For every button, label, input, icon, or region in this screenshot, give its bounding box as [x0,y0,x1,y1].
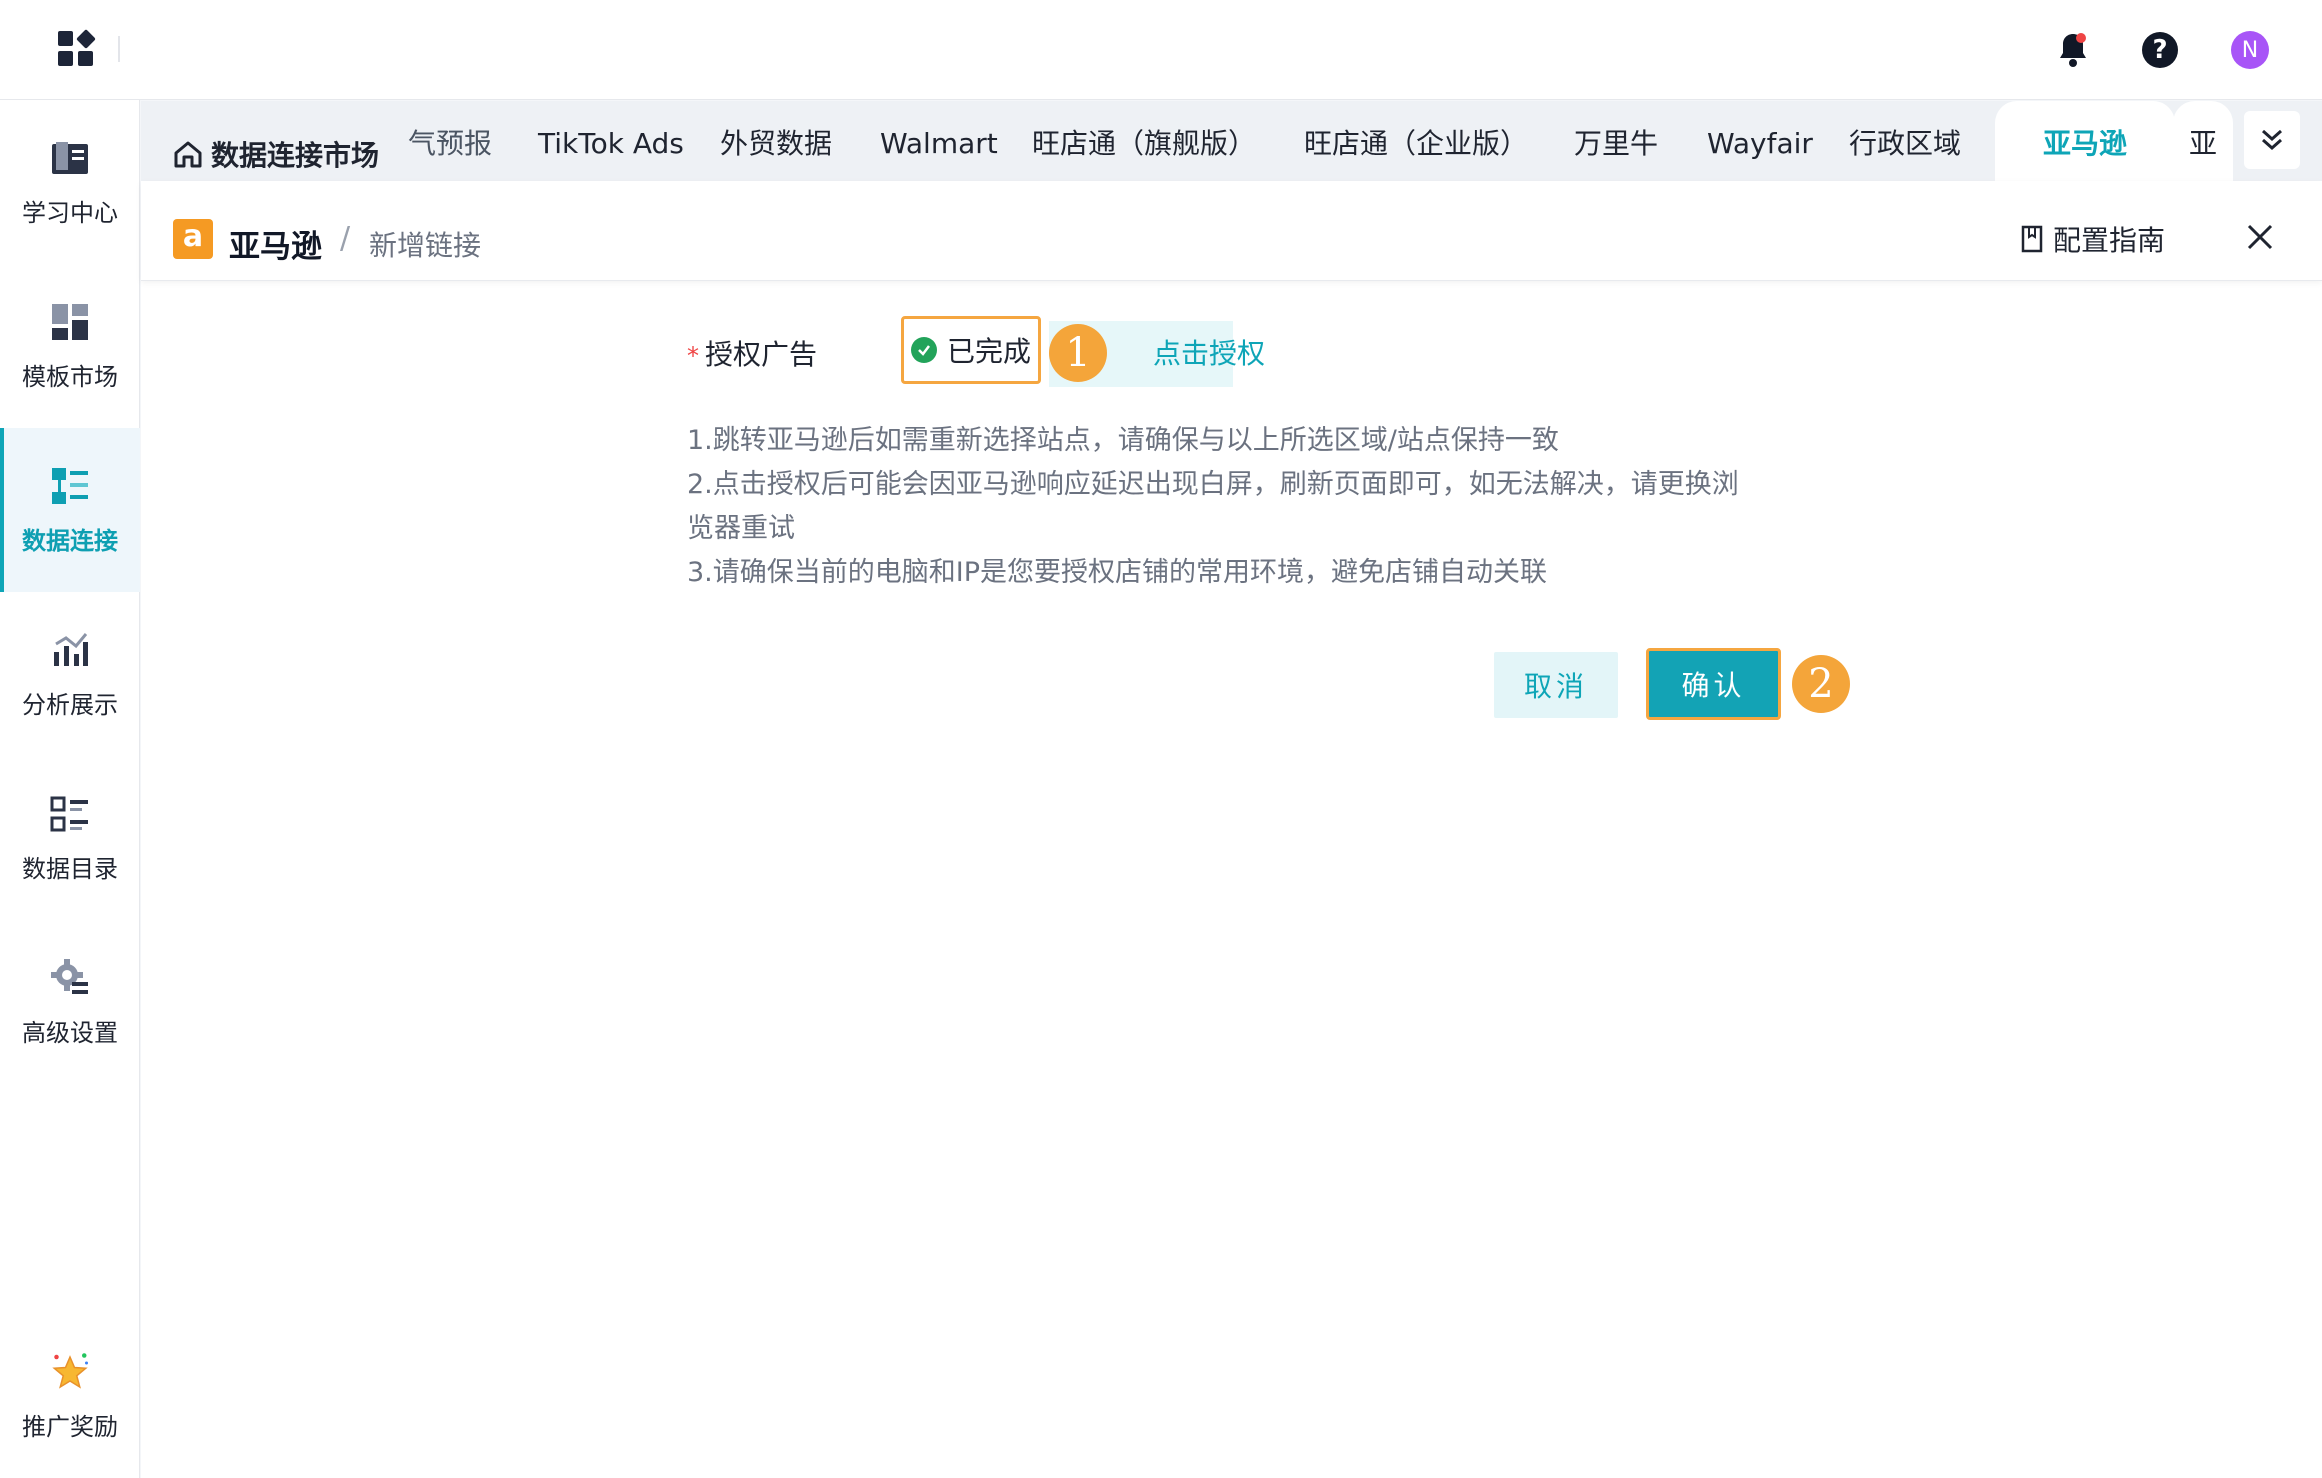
tab-home-label: 数据连接市场 [211,139,380,172]
step-badge-1: 1 [1049,324,1107,382]
apps-grid-icon[interactable] [58,29,96,69]
tab-walmart[interactable]: Walmart [880,101,998,181]
tab-wangdiantong-enterprise[interactable]: 旺店通（企业版） [1304,101,1528,181]
auth-status-completed: 已完成 [901,316,1041,384]
avatar[interactable]: N [2228,28,2272,72]
sidebar-item-label: 数据连接 [22,526,118,555]
divider [118,36,120,62]
main-panel: a 亚马逊 / 新增链接 配置指南 * 授权广告 点击授权 已完成 1 1.跳转亚… [141,181,2322,1478]
bookmark-icon [2021,225,2043,253]
tab-tiktok-ads[interactable]: TikTok Ads [538,101,684,181]
tab-wangdiantong-flagship[interactable]: 旺店通（旗舰版） [1032,101,1256,181]
home-icon [174,141,202,168]
auth-ads-label-text: 授权广告 [705,338,818,371]
amazon-logo: a [173,219,213,259]
data-connect-icon [49,465,91,507]
chart-icon [49,629,91,671]
panel-header: a 亚马逊 / 新增链接 配置指南 [141,181,2322,281]
sidebar-item-label: 模板市场 [22,362,118,391]
breadcrumb-main[interactable]: 亚马逊 [229,221,322,266]
catalog-icon [49,793,91,835]
config-guide-link[interactable]: 配置指南 [2021,219,2165,259]
tab-home[interactable]: 数据连接市场 [173,101,379,181]
auth-ads-label: * 授权广告 [687,333,817,373]
tab-trade-data[interactable]: 外贸数据 [720,101,832,181]
cancel-button[interactable]: 取消 [1494,652,1618,718]
tab-wanliniu[interactable]: 万里牛 [1574,101,1658,181]
config-guide-label: 配置指南 [2053,224,2166,257]
sidebar-item-learning[interactable]: 学习中心 [0,100,140,264]
tab-weather[interactable]: 气预报 [408,101,492,181]
confirm-button[interactable]: 确认 [1646,648,1781,720]
note-line: 2.点击授权后可能会因亚马逊响应延迟出现白屏，刷新页面即可，如无法解决，请更换浏 [687,469,1739,500]
breadcrumb-separator: / [340,221,351,256]
sidebar-item-data-connect[interactable]: 数据连接 [0,428,140,592]
gear-icon [49,957,91,999]
tab-amazon[interactable]: 亚马逊 [1995,101,2175,181]
tab-bar: 数据连接市场 气预报 TikTok Ads 外贸数据 Walmart 旺店通（旗… [141,101,2322,181]
tab-wayfair[interactable]: Wayfair [1707,101,1813,181]
sidebar-item-label: 高级设置 [22,1018,118,1047]
top-bar: ? N [0,0,2322,100]
bell-icon[interactable] [2051,28,2095,72]
sidebar: 学习中心 模板市场 数据连接 分析展示 数据目录 高级设置 推广奖励 [0,100,140,1478]
sidebar-item-settings[interactable]: 高级设置 [0,920,140,1084]
breadcrumb-current: 新增链接 [369,229,482,262]
double-chevron-down-icon [2262,129,2282,151]
required-mark: * [687,342,699,370]
sidebar-item-catalog[interactable]: 数据目录 [0,756,140,920]
step-badge-2: 2 [1792,655,1850,713]
template-icon [49,301,91,343]
sidebar-item-label: 分析展示 [22,690,118,719]
close-icon[interactable] [2238,215,2282,259]
note-line: 1.跳转亚马逊后如需重新选择站点，请确保与以上所选区域/站点保持一致 [687,425,1559,456]
check-circle-icon [910,337,937,363]
note-line: 览器重试 [687,513,795,544]
note-line: 3.请确保当前的电脑和IP是您要授权店铺的常用环境，避免店铺自动关联 [687,557,1548,588]
sidebar-item-templates[interactable]: 模板市场 [0,264,140,428]
sidebar-item-label: 学习中心 [22,198,118,227]
tabs-more-button[interactable] [2244,111,2300,169]
star-reward-icon [49,1351,91,1393]
book-icon [49,137,91,179]
help-icon[interactable]: ? [2138,28,2182,72]
auth-status-text: 已完成 [946,335,1031,368]
sidebar-item-label: 数据目录 [22,854,118,883]
sidebar-item-rewards[interactable]: 推广奖励 [0,1314,140,1478]
sidebar-item-label: 推广奖励 [22,1412,118,1441]
auth-notes: 1.跳转亚马逊后如需重新选择站点，请确保与以上所选区域/站点保持一致 2.点击授… [687,419,1927,595]
tab-admin-region[interactable]: 行政区域 [1849,101,1961,181]
tab-overflow[interactable]: 亚 [2173,101,2233,181]
sidebar-item-analysis[interactable]: 分析展示 [0,592,140,756]
